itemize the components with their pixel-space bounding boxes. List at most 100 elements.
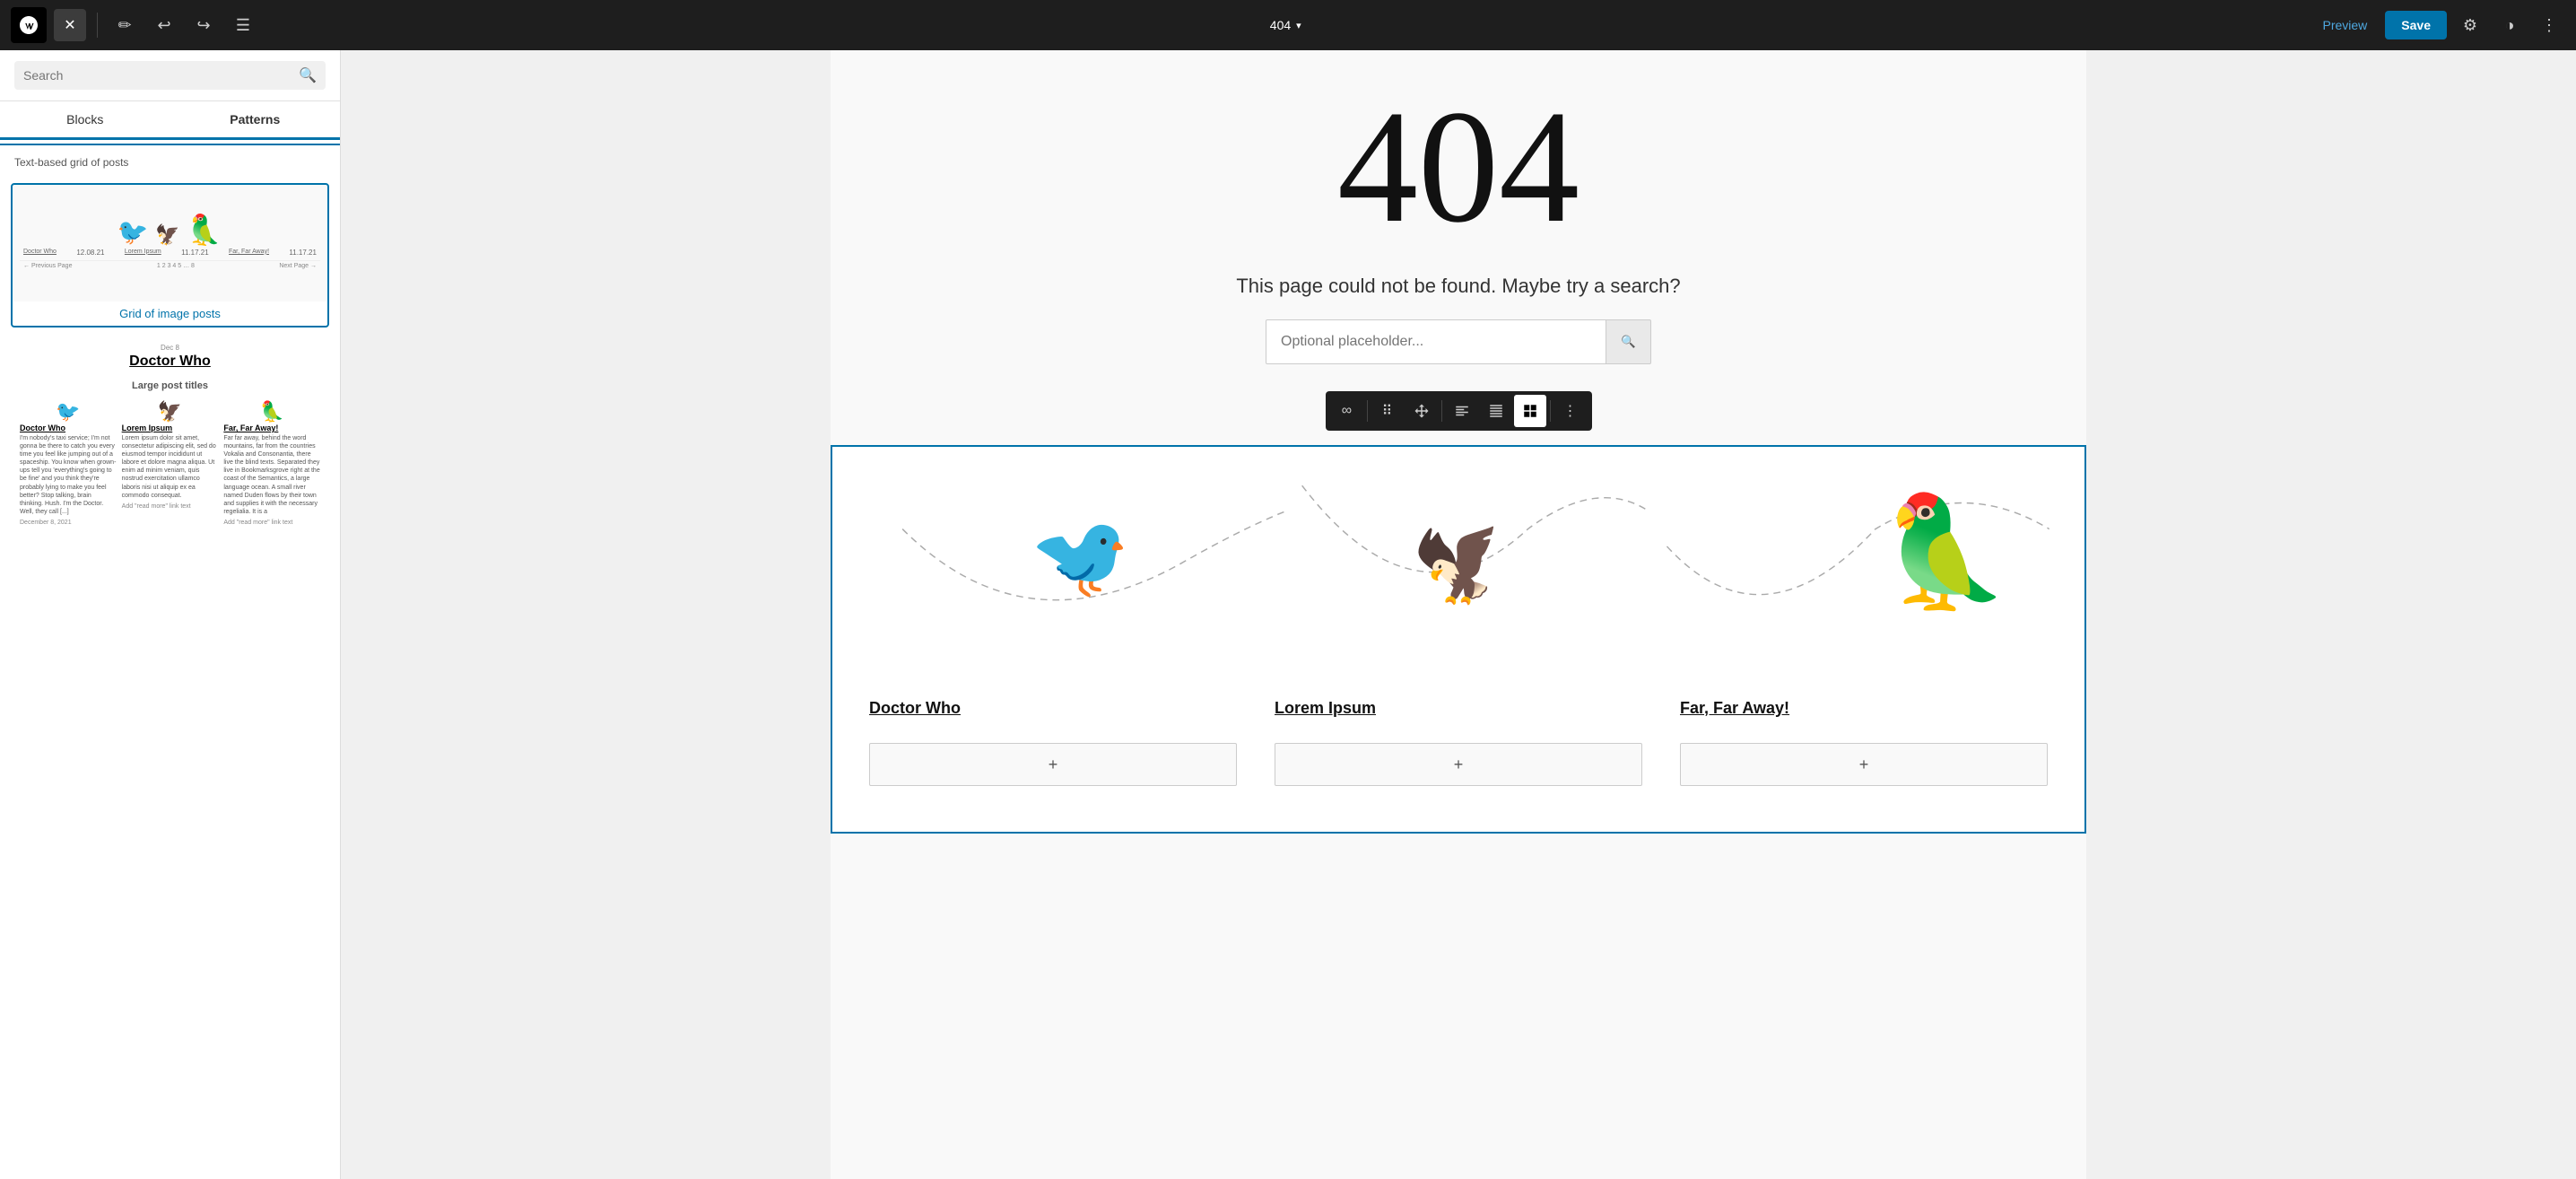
divider-1 [97, 13, 98, 38]
search-bar-input[interactable] [1266, 319, 1606, 364]
bird-icon-1: 🐦 [117, 220, 148, 245]
search-bar-area: 🔍 [831, 319, 2086, 391]
post1-title[interactable]: Doctor Who [869, 699, 1237, 718]
bird-icon-3: 🦜 [185, 213, 225, 247]
pattern-card-large-post[interactable]: Dec 8 Doctor Who Large post titles 🐦 Doc… [11, 335, 329, 535]
posts-section: 🐦 🦅 🦜 Doctor Who + Lorem Ipsum [831, 445, 2086, 834]
col2-text: Lorem ipsum dolor sit amet, consectetur … [122, 434, 219, 500]
preview-meta-date3: 11.17.21 [289, 249, 317, 257]
col2-link: Add "read more" link text [122, 503, 219, 510]
col3-bird: 🦜 [223, 400, 320, 424]
search-submit-button[interactable]: 🔍 [299, 66, 317, 84]
bird-illustration-3: 🦜 [1874, 486, 2018, 623]
preview-pagination: ← Previous Page 1 2 3 4 5 … 8 Next Page … [20, 260, 320, 271]
preview-meta-col3: Far, Far Away! [229, 249, 269, 257]
post3-title[interactable]: Far, Far Away! [1680, 699, 2048, 718]
wp-logo[interactable] [11, 7, 47, 43]
list-view-button[interactable]: ☰ [227, 9, 259, 41]
page-name-button[interactable]: 404 ▾ [1258, 12, 1313, 39]
col1-text: I'm nobody's taxi service; I'm not gonna… [20, 434, 117, 516]
col2-title: Lorem Ipsum [122, 424, 219, 432]
toolbar-sep-1 [1367, 400, 1368, 422]
trajectory-illustration: 🐦 🦅 🦜 [850, 474, 2067, 671]
post3-add-button[interactable]: + [1680, 743, 2048, 786]
pattern-card-grid-image[interactable]: 🐦 🦅 🦜 Doctor Who 12.08.21 Lorem Ipsum 11… [11, 183, 329, 328]
sidebar-content: Text-based grid of posts 🐦 🦅 🦜 Doctor Wh… [0, 140, 340, 1179]
top-bar: ✕ ✏ ↩ ↪ ☰ 404 ▾ Preview Save ⚙ ◑ ⋮ [0, 0, 2576, 50]
settings-button[interactable]: ⚙ [2454, 9, 2486, 41]
preview-bird-row: 🐦 🦅 🦜 [20, 216, 320, 245]
more-options-button[interactable]: ⋮ [2533, 9, 2565, 41]
preview-meta-date1: 12.08.21 [76, 249, 104, 257]
block-toolbar: ∞ ⠿ [1326, 391, 1592, 431]
grid-image-label[interactable]: Grid of image posts [13, 301, 327, 326]
main-layout: 🔍 Blocks Patterns Text-based grid of pos… [0, 50, 2576, 1179]
tab-patterns[interactable]: Patterns [170, 101, 341, 137]
col3-link: Add "read more" link text [223, 520, 320, 526]
edit-icon-button[interactable]: ✏ [109, 9, 141, 41]
theme-toggle-button[interactable]: ◑ [2493, 9, 2526, 41]
preview-button[interactable]: Preview [2312, 13, 2379, 38]
tab-blocks[interactable]: Blocks [0, 101, 170, 137]
preview-meta-col2: Lorem Ipsum [125, 249, 161, 257]
post2-title[interactable]: Lorem Ipsum [1275, 699, 1642, 718]
large-post-col3: 🦜 Far, Far Away! Far far away, behind th… [223, 400, 320, 526]
large-post-title: Doctor Who [129, 354, 211, 370]
toolbar-sep-3 [1550, 400, 1551, 422]
search-wrap: 🔍 [14, 61, 326, 90]
post-cell-3: Far, Far Away! + [1661, 680, 2067, 805]
sidebar-search-area: 🔍 [0, 50, 340, 101]
bird-illustration-1: 🐦 [1030, 510, 1130, 604]
toolbar-drag-button[interactable]: ⠿ [1371, 395, 1404, 427]
top-bar-right: Preview Save ⚙ ◑ ⋮ [2312, 9, 2566, 41]
large-post-subtitle: Large post titles [132, 380, 208, 391]
chevron-down-icon: ▾ [1296, 20, 1301, 31]
toolbar-sep-2 [1441, 400, 1442, 422]
save-button[interactable]: Save [2385, 11, 2447, 39]
preview-meta-date2: 11.17.21 [181, 249, 209, 257]
toolbar-justify-button[interactable] [1480, 395, 1512, 427]
post1-add-button[interactable]: + [869, 743, 1237, 786]
bird-icon-2: 🦅 [155, 225, 179, 245]
pattern-preview-large-post: Dec 8 Doctor Who Large post titles 🐦 Doc… [13, 336, 327, 533]
post2-add-button[interactable]: + [1275, 743, 1642, 786]
page-numbers: 1 2 3 4 5 … 8 [157, 263, 195, 269]
posts-grid: Doctor Who + Lorem Ipsum + Far, Far Away… [850, 680, 2067, 805]
col1-title: Doctor Who [20, 424, 117, 432]
editor-content: 404 This page could not be found. Maybe … [831, 50, 2086, 1179]
col3-text: Far far away, behind the word mountains,… [223, 434, 320, 516]
toolbar-grid-button[interactable] [1514, 395, 1546, 427]
search-input[interactable] [23, 68, 292, 83]
undo-button[interactable]: ↩ [148, 9, 180, 41]
large-post-date: Dec 8 [161, 344, 179, 352]
prev-page-label: ← Previous Page [23, 263, 72, 269]
toolbar-move-button[interactable] [1405, 395, 1438, 427]
section-label-text-grid: Text-based grid of posts [0, 144, 340, 176]
preview-meta-row: Doctor Who 12.08.21 Lorem Ipsum 11.17.21… [20, 245, 320, 257]
sidebar: 🔍 Blocks Patterns Text-based grid of pos… [0, 50, 341, 1179]
redo-button[interactable]: ↪ [187, 9, 220, 41]
next-page-label: Next Page → [279, 263, 317, 269]
close-button[interactable]: ✕ [54, 9, 86, 41]
large-post-col2: 🦅 Lorem Ipsum Lorem ipsum dolor sit amet… [122, 400, 219, 526]
not-found-message: This page could not be found. Maybe try … [831, 266, 2086, 319]
col1-date: December 8, 2021 [20, 520, 117, 526]
col1-bird: 🐦 [20, 400, 117, 424]
preview-meta-col1: Doctor Who [23, 249, 57, 257]
top-bar-center: 404 ▾ [266, 12, 2305, 39]
post-cell-1: Doctor Who + [850, 680, 1256, 805]
col2-bird: 🦅 [122, 400, 219, 424]
sidebar-tabs: Blocks Patterns [0, 101, 340, 140]
search-bar-button[interactable]: 🔍 [1606, 319, 1651, 364]
large-post-col1: 🐦 Doctor Who I'm nobody's taxi service; … [20, 400, 117, 526]
col3-title: Far, Far Away! [223, 424, 320, 432]
toolbar-infinity-button[interactable]: ∞ [1331, 395, 1363, 427]
toolbar-align-button[interactable] [1446, 395, 1478, 427]
toolbar-more-button[interactable]: ⋮ [1554, 395, 1587, 427]
editor-area: 404 This page could not be found. Maybe … [341, 50, 2576, 1179]
pattern-preview-grid: 🐦 🦅 🦜 Doctor Who 12.08.21 Lorem Ipsum 11… [13, 185, 327, 301]
large-post-body: 🐦 Doctor Who I'm nobody's taxi service; … [20, 400, 320, 526]
search-bar-icon: 🔍 [1621, 335, 1636, 349]
page-name-label: 404 [1270, 18, 1291, 32]
post-cell-2: Lorem Ipsum + [1256, 680, 1661, 805]
